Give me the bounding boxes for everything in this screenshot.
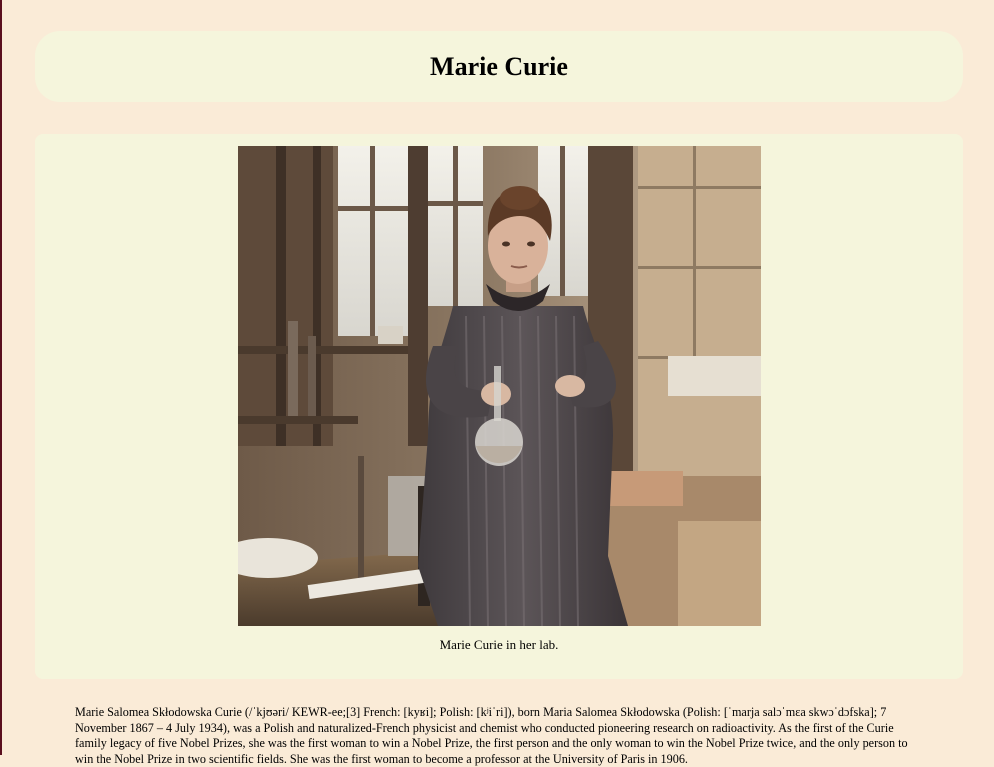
photo-caption: Marie Curie in her lab. xyxy=(439,637,559,652)
biography-paragraph: Marie Salomea Skłodowska Curie (/ˈkjʊəri… xyxy=(75,705,908,766)
title-card: Marie Curie xyxy=(35,31,963,102)
page-title: Marie Curie xyxy=(430,51,568,81)
lab-photo-illustration xyxy=(238,146,761,626)
portrait-photo xyxy=(238,146,761,626)
figure-card: Marie Curie in her lab. xyxy=(35,134,963,679)
